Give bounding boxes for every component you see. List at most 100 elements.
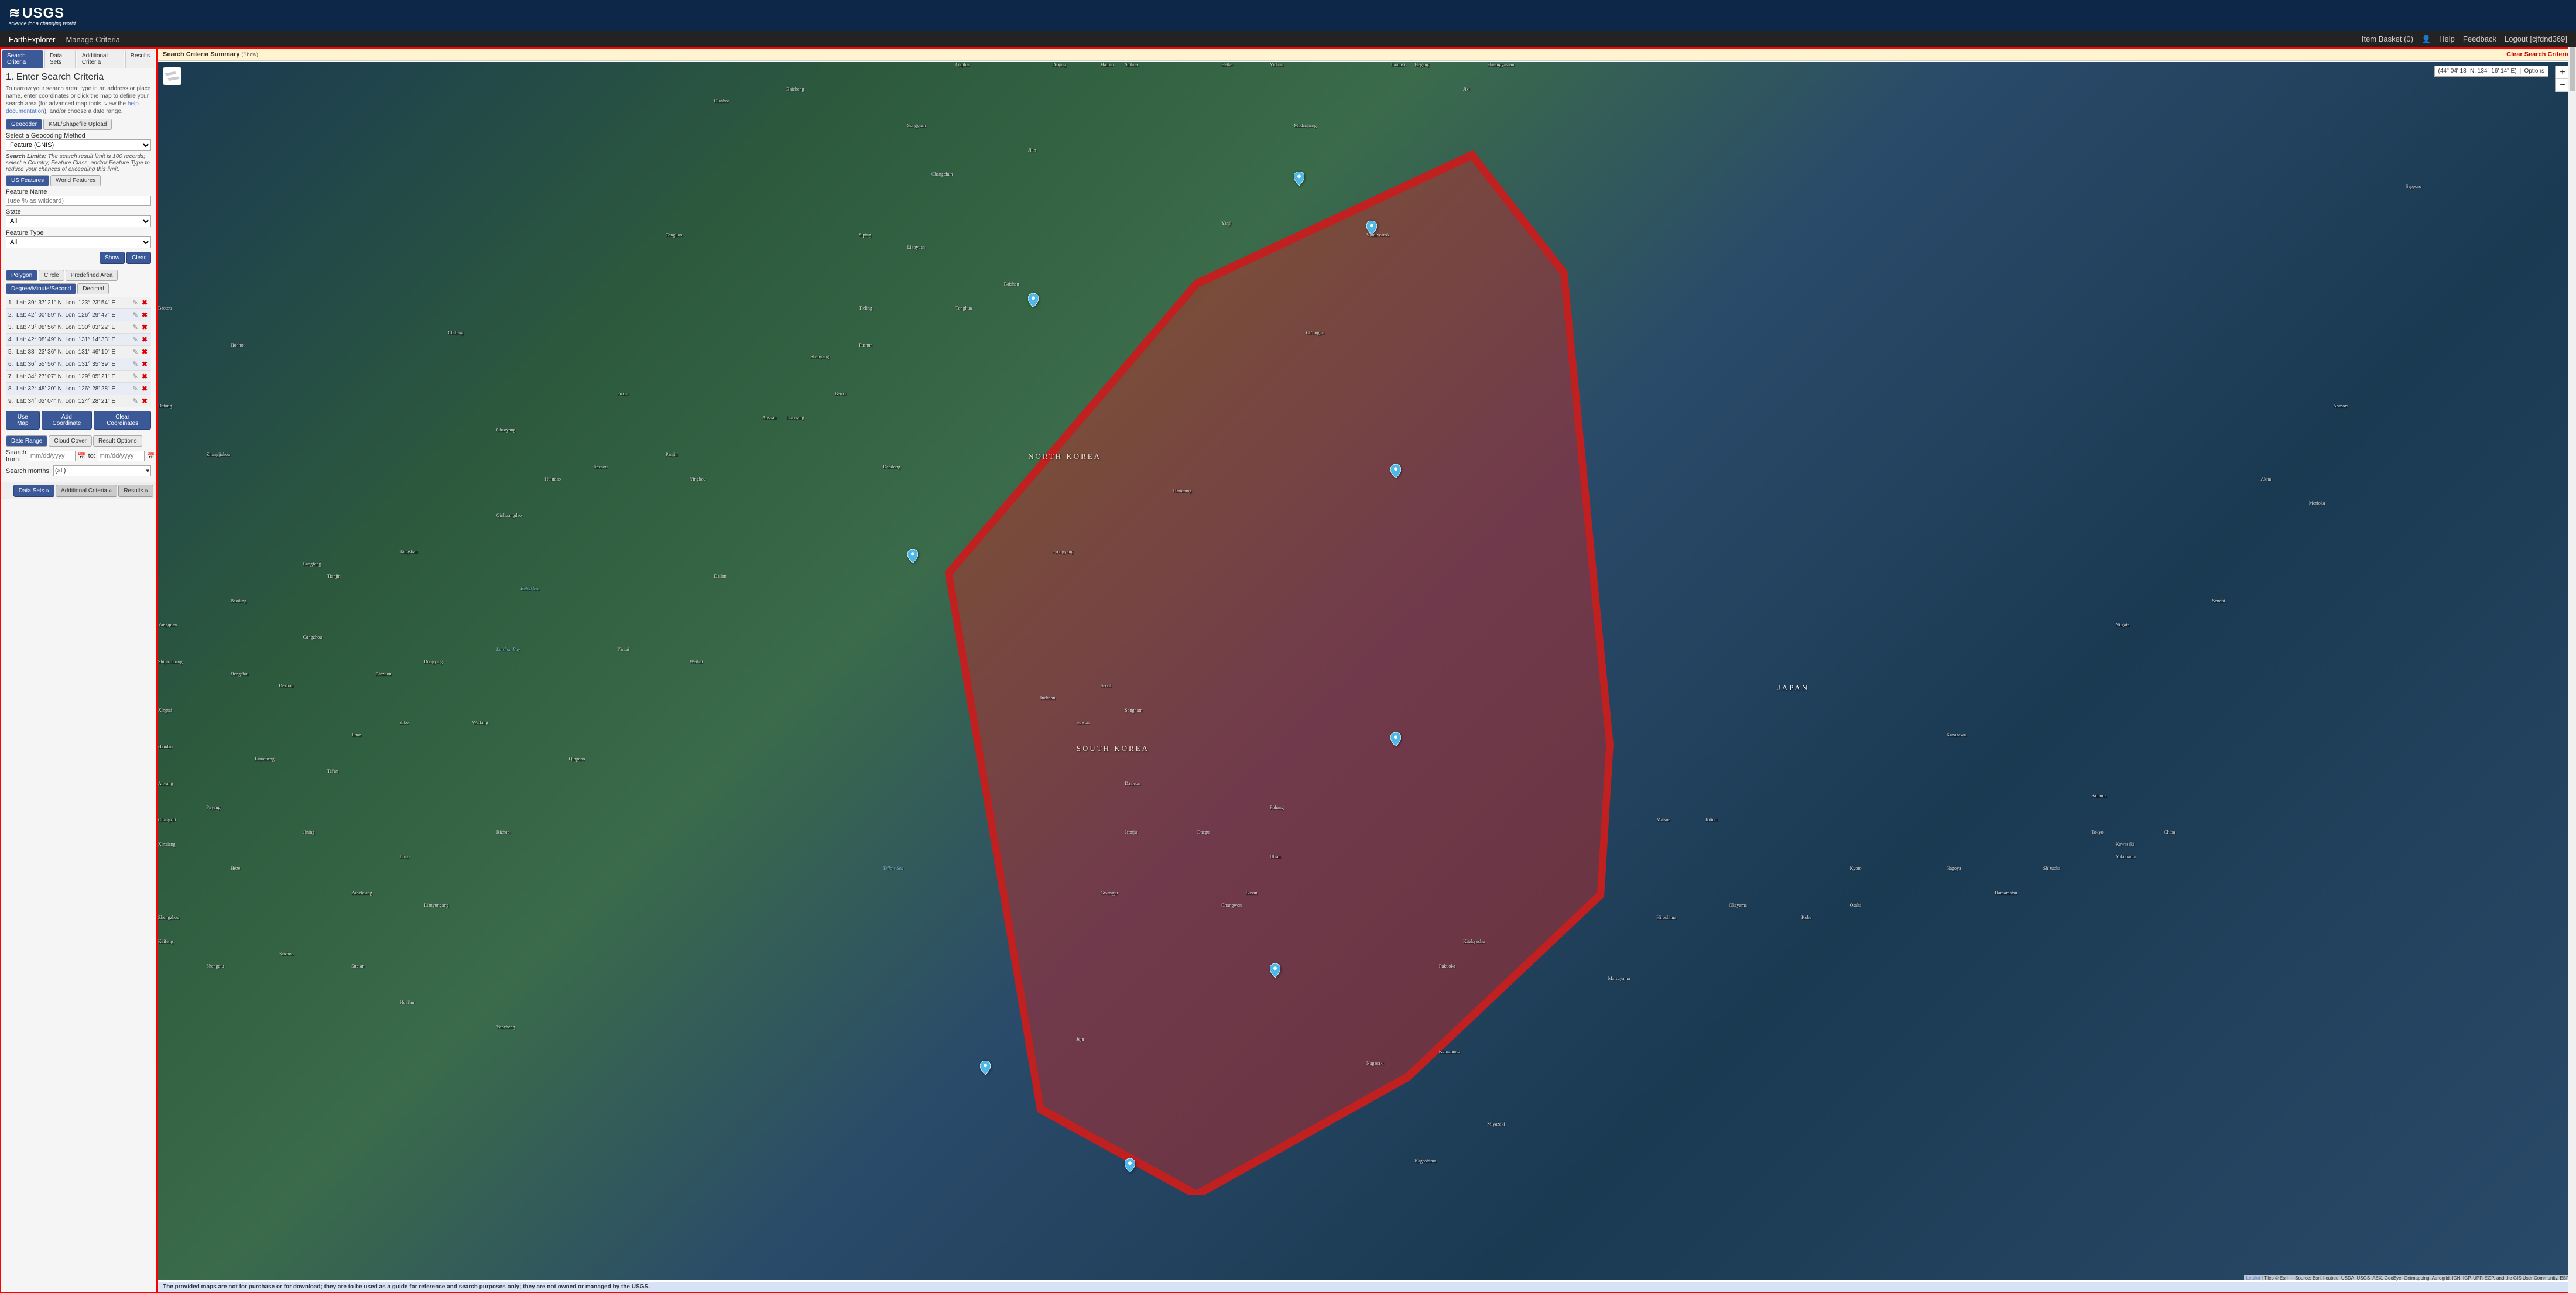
geocoding-method-select[interactable]: Feature (GNIS) bbox=[6, 139, 151, 151]
tab-predefined-area[interactable]: Predefined Area bbox=[66, 270, 118, 281]
tab-additional-criteria[interactable]: Additional Criteria bbox=[77, 50, 124, 68]
nav-logout[interactable]: Logout [cjfdnd369] bbox=[2505, 35, 2567, 44]
nav-help[interactable]: Help bbox=[2439, 35, 2455, 44]
delete-icon[interactable] bbox=[141, 372, 149, 380]
city-label: Kaifeng bbox=[158, 939, 173, 944]
edit-icon[interactable] bbox=[131, 385, 139, 393]
nav-results-button[interactable]: Results » bbox=[118, 485, 153, 497]
clear-coordinates-button[interactable]: Clear Coordinates bbox=[94, 411, 151, 430]
edit-icon[interactable] bbox=[131, 335, 139, 344]
city-label: Dongying bbox=[424, 659, 443, 664]
nav-data-sets-button[interactable]: Data Sets » bbox=[13, 485, 54, 497]
calendar-icon[interactable]: 📅 bbox=[78, 452, 86, 460]
delete-icon[interactable] bbox=[141, 335, 149, 344]
nav-item-basket[interactable]: Item Basket (0) bbox=[2362, 35, 2413, 44]
city-label: Puyang bbox=[207, 805, 221, 810]
search-limits-text: Search Limits: The search result limit i… bbox=[6, 153, 151, 173]
coord-value: Lat: 38° 23' 36" N, Lon: 131° 46' 10" E bbox=[16, 349, 131, 355]
city-label: Baoding bbox=[231, 598, 246, 603]
city-label: Baotou bbox=[158, 306, 172, 311]
coord-value: Lat: 34° 27' 07" N, Lon: 129° 05' 21" E bbox=[16, 373, 131, 380]
city-label: Lianyungang bbox=[424, 903, 448, 908]
delete-icon[interactable] bbox=[141, 397, 149, 405]
edit-icon[interactable] bbox=[131, 348, 139, 356]
feature-type-select[interactable]: All bbox=[6, 236, 151, 248]
clear-button[interactable]: Clear bbox=[126, 252, 151, 264]
map-options-button[interactable]: Options bbox=[2520, 68, 2544, 74]
tab-decimal[interactable]: Decimal bbox=[77, 283, 109, 294]
search-to-input[interactable] bbox=[98, 451, 145, 461]
summary-show-link[interactable]: (Show) bbox=[242, 52, 259, 57]
profile-icon[interactable]: 👤 bbox=[2421, 35, 2431, 44]
map-container: Search Criteria Summary (Show) Clear Sea… bbox=[157, 47, 2576, 1293]
edit-icon[interactable] bbox=[131, 323, 139, 331]
layers-button[interactable] bbox=[163, 67, 181, 85]
tab-data-sets[interactable]: Data Sets bbox=[44, 50, 76, 68]
tab-results[interactable]: Results bbox=[125, 50, 155, 68]
nav-brand[interactable]: EarthExplorer bbox=[9, 35, 55, 44]
map-disclaimer: The provided maps are not for purchase o… bbox=[158, 1282, 2575, 1292]
tab-date-range[interactable]: Date Range bbox=[6, 435, 47, 447]
map-marker[interactable] bbox=[1390, 732, 1401, 746]
polygon-overlay bbox=[811, 123, 1729, 1195]
tab-world-features[interactable]: World Features bbox=[50, 175, 101, 186]
tab-result-options[interactable]: Result Options bbox=[93, 435, 142, 447]
tab-polygon[interactable]: Polygon bbox=[6, 270, 37, 281]
tab-kml-upload[interactable]: KML/Shapefile Upload bbox=[43, 119, 112, 130]
tab-search-criteria[interactable]: Search Criteria bbox=[2, 50, 43, 68]
edit-icon[interactable] bbox=[131, 360, 139, 368]
tab-geocoder[interactable]: Geocoder bbox=[6, 119, 42, 130]
tab-circle[interactable]: Circle bbox=[39, 270, 64, 281]
nav-additional-criteria-button[interactable]: Additional Criteria » bbox=[56, 485, 117, 497]
add-coordinate-button[interactable]: Add Coordinate bbox=[42, 411, 93, 430]
nav-feedback[interactable]: Feedback bbox=[2463, 35, 2496, 44]
coord-value: Lat: 32° 48' 20" N, Lon: 126° 28' 28" E bbox=[16, 386, 131, 392]
tab-cloud-cover[interactable]: Cloud Cover bbox=[49, 435, 92, 447]
map-marker[interactable] bbox=[1028, 293, 1039, 307]
city-label: Heze bbox=[231, 866, 240, 871]
geocoding-method-label: Select a Geocoding Method bbox=[6, 132, 151, 139]
clear-search-criteria-link[interactable]: Clear Search Criteria bbox=[2506, 51, 2570, 58]
city-label: Xuzhou bbox=[279, 951, 293, 956]
city-label: Nagoya bbox=[1947, 866, 1961, 871]
delete-icon[interactable] bbox=[141, 360, 149, 368]
delete-icon[interactable] bbox=[141, 385, 149, 393]
use-map-button[interactable]: Use Map bbox=[6, 411, 40, 430]
city-label: Jiamusi bbox=[1390, 62, 1405, 67]
tab-us-features[interactable]: US Features bbox=[6, 175, 49, 186]
calendar-icon[interactable]: 📅 bbox=[147, 452, 155, 460]
leaflet-link[interactable]: Leaflet bbox=[2246, 1275, 2260, 1281]
search-from-input[interactable] bbox=[29, 451, 76, 461]
scrollbar[interactable] bbox=[2568, 47, 2576, 1293]
map-canvas[interactable]: (44° 04' 18" N, 134° 16' 14" E) Options … bbox=[158, 62, 2575, 1280]
delete-icon[interactable] bbox=[141, 348, 149, 356]
coord-index: 9. bbox=[8, 398, 16, 404]
tab-dms[interactable]: Degree/Minute/Second bbox=[6, 283, 76, 294]
edit-icon[interactable] bbox=[131, 311, 139, 319]
coordinate-row: 4.Lat: 42° 08' 49" N, Lon: 131° 14' 33" … bbox=[6, 334, 151, 346]
city-label: Liaoyang bbox=[786, 415, 804, 420]
edit-icon[interactable] bbox=[131, 299, 139, 307]
delete-icon[interactable] bbox=[141, 311, 149, 319]
map-marker[interactable] bbox=[1294, 172, 1304, 186]
nav-manage-criteria[interactable]: Manage Criteria bbox=[66, 35, 120, 44]
search-months-label: Search months: bbox=[6, 468, 51, 475]
map-marker[interactable] bbox=[1125, 1158, 1135, 1172]
map-marker[interactable] bbox=[1366, 221, 1377, 235]
feature-name-input[interactable] bbox=[6, 196, 151, 206]
map-marker[interactable] bbox=[1390, 464, 1401, 478]
search-months-select[interactable]: (all) ▾ bbox=[53, 465, 151, 476]
delete-icon[interactable] bbox=[141, 323, 149, 331]
edit-icon[interactable] bbox=[131, 397, 139, 405]
state-select[interactable]: All bbox=[6, 215, 151, 227]
map-marker[interactable] bbox=[980, 1061, 991, 1075]
show-button[interactable]: Show bbox=[100, 252, 125, 264]
delete-icon[interactable] bbox=[141, 299, 149, 307]
map-marker[interactable] bbox=[907, 549, 918, 563]
city-label: Xingtai bbox=[158, 708, 172, 713]
city-label: Tai'an bbox=[327, 769, 338, 774]
label-japan: JAPAN bbox=[1777, 683, 1809, 692]
coord-value: Lat: 43° 08' 56" N, Lon: 130° 03' 22" E bbox=[16, 324, 131, 331]
map-marker[interactable] bbox=[1270, 963, 1280, 978]
edit-icon[interactable] bbox=[131, 372, 139, 380]
